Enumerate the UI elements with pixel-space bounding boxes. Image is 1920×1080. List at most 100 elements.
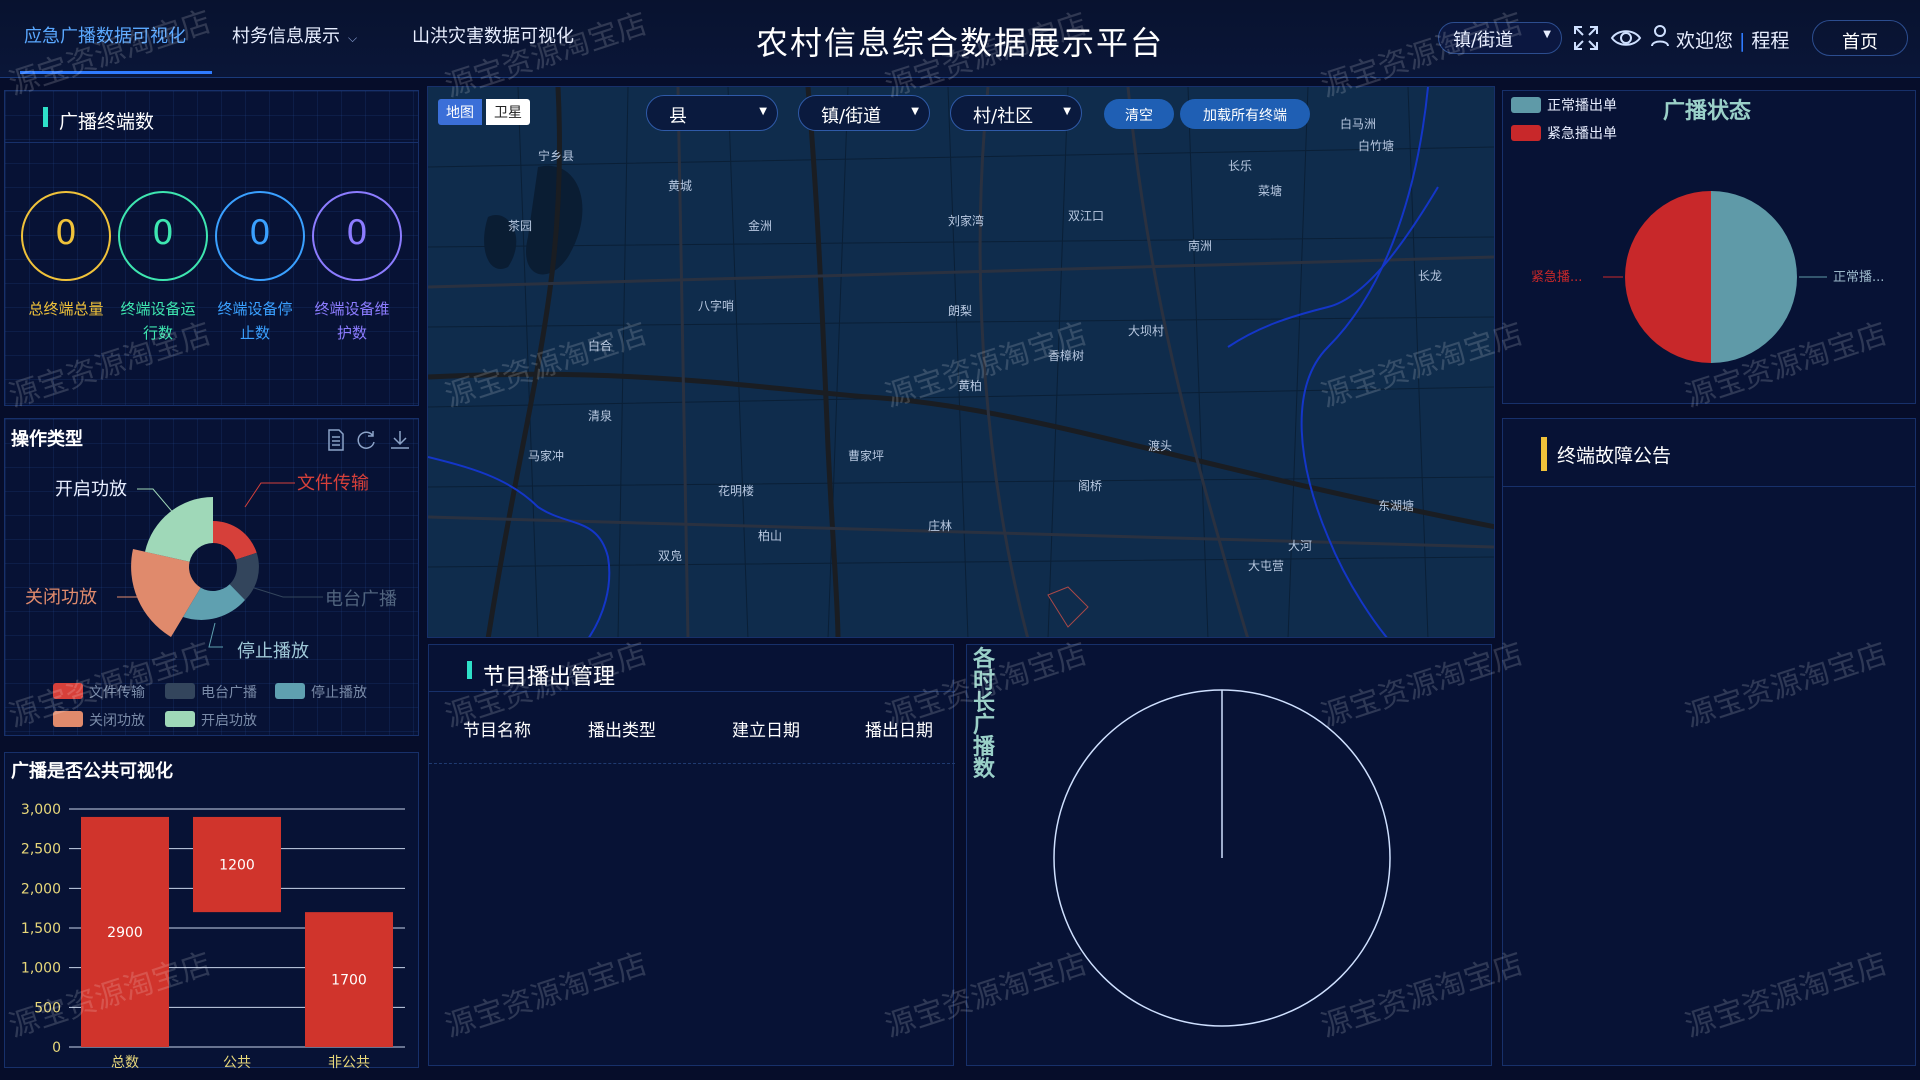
legend-swatch[interactable] xyxy=(1511,125,1541,141)
legend-label[interactable]: 停止播放 xyxy=(311,682,367,702)
legend-label[interactable]: 开启功放 xyxy=(201,710,257,730)
label-file-transfer: 文件传输 xyxy=(297,473,369,494)
map-place: 马家冲 xyxy=(528,449,565,463)
title-accent xyxy=(43,107,48,127)
pie-slice[interactable] xyxy=(1711,191,1797,363)
legend-label[interactable]: 关闭功放 xyxy=(89,710,145,730)
stopped-terminals-label: 终端设备停止数 xyxy=(217,300,293,342)
program-management-title: 节目播出管理 xyxy=(483,665,616,690)
town-select-value: 镇/街道 xyxy=(1453,30,1514,51)
map-place: 黄柏 xyxy=(958,379,983,393)
legend-swatch[interactable] xyxy=(165,711,195,727)
col-program-name[interactable]: 节目名称 xyxy=(463,716,531,741)
operation-type-panel: 操作类型 文件传输 开启功放 关闭功放 电台广播 停止播放 文件传输 电台广播 … xyxy=(4,418,419,736)
town-filter-value: 镇/街道 xyxy=(821,106,882,127)
map-place: 香樟树 xyxy=(1048,349,1085,363)
map-mode-button[interactable]: 地图 xyxy=(438,99,482,125)
panel-header: 终端故障公告 xyxy=(1503,419,1915,487)
tab-flood-disaster[interactable]: 山洪灾害数据可视化 xyxy=(412,22,574,56)
map-place: 金洲 xyxy=(748,219,773,233)
legend-label[interactable]: 正常播出单 xyxy=(1547,95,1617,115)
map-place: 庄林 xyxy=(928,519,953,533)
user-icon xyxy=(1650,24,1670,52)
map-place: 大屯营 xyxy=(1248,559,1285,573)
tab-emergency-broadcast[interactable]: 应急广播数据可视化 xyxy=(20,22,212,74)
slice-label-emergency: 紧急播... xyxy=(1531,270,1582,285)
satellite-mode-button[interactable]: 卫星 xyxy=(486,99,530,125)
pie-slice[interactable] xyxy=(1625,191,1711,363)
legend-swatch[interactable] xyxy=(53,683,83,699)
legend-label[interactable]: 电台广播 xyxy=(201,682,257,702)
col-broadcast-date[interactable]: 播出日期 xyxy=(865,716,933,741)
tab-label: 山洪灾害数据可视化 xyxy=(412,26,574,47)
duration-pie-chart xyxy=(1053,689,1391,1027)
total-terminals-ring: 0 xyxy=(21,191,111,281)
clear-button[interactable]: 清空 xyxy=(1104,99,1174,129)
legend-swatch[interactable] xyxy=(275,683,305,699)
map-place: 朗梨 xyxy=(948,304,973,318)
slice-label-normal: 正常播... xyxy=(1833,270,1884,285)
town-filter-select[interactable]: 镇/街道 ▼ xyxy=(798,95,930,131)
divider: | xyxy=(1739,30,1746,52)
rose-slice-file-transfer xyxy=(213,521,257,560)
x-tick-label: 非公共 xyxy=(328,1055,370,1069)
map-place: 大坝村 xyxy=(1128,324,1165,338)
legend-swatch[interactable] xyxy=(1511,97,1541,113)
welcome-label: 欢迎您 xyxy=(1676,30,1734,52)
home-button[interactable]: 首页 xyxy=(1812,20,1908,56)
dropdown-arrow-icon: ▼ xyxy=(1543,29,1551,40)
map-place: 白马洲 xyxy=(1340,117,1377,131)
map-place: 刘家湾 xyxy=(948,214,985,228)
map-place: 清泉 xyxy=(588,409,613,423)
rose-slice-close xyxy=(131,549,201,637)
title-accent xyxy=(1541,437,1547,471)
dropdown-arrow-icon: ▼ xyxy=(759,106,767,117)
col-created-date[interactable]: 建立日期 xyxy=(732,716,800,741)
y-tick-label: 500 xyxy=(34,1000,61,1016)
col-broadcast-type[interactable]: 播出类型 xyxy=(588,716,656,741)
label-close-amp: 关闭功放 xyxy=(25,587,97,608)
chevron-down-icon: ⌵ xyxy=(348,31,358,45)
duration-panel: 各时长广播数 xyxy=(966,644,1492,1066)
x-tick-label: 总数 xyxy=(111,1055,139,1069)
eye-icon[interactable] xyxy=(1610,24,1642,52)
legend-label[interactable]: 紧急播出单 xyxy=(1547,123,1617,143)
legend-label[interactable]: 文件传输 xyxy=(89,682,145,702)
fault-notice-panel: 终端故障公告 xyxy=(1502,418,1916,1066)
total-terminals-label: 总终端总量 xyxy=(28,300,104,318)
top-header: 应急广播数据可视化 村务信息展示 ⌵ 山洪灾害数据可视化 农村信息综合数据展示平台… xyxy=(0,0,1920,78)
maintenance-terminals-label: 终端设备维护数 xyxy=(314,300,390,342)
bar-value-label: 2900 xyxy=(107,925,143,941)
tab-village-affairs[interactable]: 村务信息展示 ⌵ xyxy=(232,22,357,56)
y-tick-label: 2,000 xyxy=(21,881,61,897)
town-select[interactable]: 镇/街道 ▼ xyxy=(1438,22,1562,54)
leader-line xyxy=(137,488,176,516)
public-broadcast-title: 广播是否公共可视化 xyxy=(11,761,173,782)
load-all-terminals-button[interactable]: 加载所有终端 xyxy=(1180,99,1310,129)
tab-label: 村务信息展示 xyxy=(232,26,340,47)
broadcast-status-panel: 正常播出单 紧急播出单 广播状态 紧急播... 正常播... xyxy=(1502,90,1916,404)
map-place: 茶园 xyxy=(508,219,533,233)
dropdown-arrow-icon: ▼ xyxy=(1063,106,1071,117)
map-place: 双凫 xyxy=(658,549,683,563)
user-name[interactable]: 程程 xyxy=(1751,30,1789,52)
map-place: 八字哨 xyxy=(698,299,735,313)
county-select-value: 县 xyxy=(669,106,687,127)
map-place: 长乐 xyxy=(1228,159,1253,173)
map-view[interactable]: 地图 卫星 县 ▼ 镇/街道 ▼ 村/社区 ▼ 清空 加载所有终端 宁乡县 白马洲 白… xyxy=(427,86,1495,638)
rose-slice-open xyxy=(145,497,213,562)
map-place: 花明楼 xyxy=(718,484,755,498)
running-terminals-label: 终端设备运行数 xyxy=(120,300,196,342)
village-select[interactable]: 村/社区 ▼ xyxy=(950,95,1082,131)
program-management-panel: 节目播出管理 xyxy=(428,644,955,1066)
county-select[interactable]: 县 ▼ xyxy=(646,95,778,131)
fullscreen-icon[interactable] xyxy=(1572,24,1600,52)
village-select-value: 村/社区 xyxy=(973,106,1034,127)
y-tick-label: 1,000 xyxy=(21,961,61,977)
legend-swatch[interactable] xyxy=(165,683,195,699)
title-accent xyxy=(467,661,472,679)
label-radio: 电台广播 xyxy=(325,589,397,610)
map-canvas[interactable] xyxy=(428,87,1495,638)
map-place: 阁桥 xyxy=(1078,479,1103,493)
legend-swatch[interactable] xyxy=(53,711,83,727)
